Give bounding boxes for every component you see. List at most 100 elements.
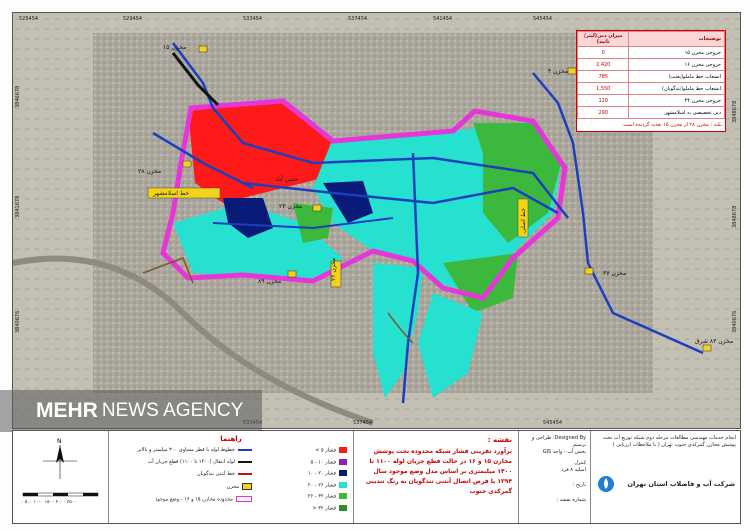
- col-desc-header: توضیحات: [628, 31, 725, 47]
- tank-37-label: مخزن ۳۷: [603, 270, 626, 277]
- checked-by: امیلیه ۸ فرد: [561, 467, 586, 473]
- project-text: انجام خدمات مهندسی مطالعات مرحله دوم شبک…: [602, 435, 736, 448]
- legend-item: مخزن: [117, 483, 252, 491]
- row-desc: انشعاب خط ماملو(بعثت): [628, 70, 725, 83]
- legend-item: محدوده مخازن ۱۵ و ۱۶ - وضع موجود: [117, 496, 252, 504]
- news-agency-watermark: MEHR NEWS AGENCY: [0, 390, 262, 432]
- coord-top-4: 537454: [348, 16, 367, 22]
- row-desc: خروجی مخزن ۱۶: [628, 58, 725, 71]
- legend-label: مخزن: [226, 484, 239, 490]
- legend-item: فشار ۲۰ - ۱۰: [259, 470, 347, 478]
- legend-item: فشار ۲۶ - ۲۰: [259, 481, 347, 490]
- col-value-header: میزان دبی(لیتر/ثانیه): [576, 31, 630, 47]
- legend-pressure: فشار ۵ > فشار ۱۰ - ۵ فشار ۲۰ - ۱۰ فشار ۲…: [259, 447, 347, 512]
- table-row: 0 خروجی مخزن ۱۵: [576, 46, 725, 59]
- row-desc: خروجی مخزن ۴۴: [628, 94, 725, 107]
- coord-left-3: 3840676: [15, 311, 21, 333]
- project-cell: انجام خدمات مهندسی مطالعات مرحله دوم شبک…: [590, 431, 740, 523]
- note-cell: نقشه : برآورد تقریبی فشار شبکه محدوده تح…: [353, 431, 518, 523]
- north-arrow: N: [22, 438, 99, 497]
- coord-right-3: 3840676: [732, 311, 738, 333]
- north-label: N: [57, 438, 62, 445]
- scale-text: ۰ ۵۰۰ ۱۰۰۰ ۱۵۰۰ ۲۰۰۰ ۲۵۰۰: [21, 500, 77, 505]
- coord-bottom-3: 545454: [543, 420, 562, 426]
- main-line-label: خط اصلی: [520, 208, 527, 233]
- design-info-cell: Designed By: طراحی و ترسیم بخش آب - واحد…: [518, 431, 590, 523]
- tank-28-label: مخزن ۲۸: [138, 168, 161, 175]
- legend-title: راهنما: [220, 435, 242, 443]
- client-name: شرکت آب و فاضلاب استان تهران: [627, 480, 735, 488]
- coord-top-3: 533454: [243, 16, 262, 22]
- note-title: نقشه :: [487, 436, 512, 444]
- legend-item: فشار ۳۲ <: [259, 504, 347, 513]
- legend-label: فشار ۳۲ <: [312, 505, 336, 511]
- table-row: 785 انشعاب خط ماملو(بعثت): [576, 70, 725, 83]
- row-desc: خروجی مخزن ۱۵: [628, 46, 725, 59]
- row-value: 1,550: [576, 82, 630, 95]
- row-desc: انشعاب خط ماملو(تندگویان): [628, 82, 725, 95]
- hasanabad-label: حسن آباد: [275, 174, 299, 183]
- coord-right-2: 3848678: [732, 206, 738, 228]
- row-value: 290: [576, 106, 630, 119]
- table-row: 290 دبی تخصیصی به اسلامشهر: [576, 106, 725, 119]
- legend-item: فشار ۵ >: [259, 447, 347, 455]
- legend-item: فشار ۳۲ - ۲۶: [259, 493, 347, 501]
- row-value: 785: [576, 70, 630, 83]
- coord-top-1: 525454: [19, 16, 38, 22]
- legend-item: خط آنتنی تندگویان: [117, 471, 252, 478]
- coord-top-5: 541454: [433, 16, 452, 22]
- tank-83-label: مخزن ۸۳ شرق: [695, 338, 733, 345]
- tank-26-label: مخزن ۲۶: [330, 258, 337, 281]
- coord-bottom-2: 537454: [353, 420, 372, 426]
- map-sheet: مخزن ۱۵ مخزن ۲۸ مخزن ۴ مخزن ۲۳ مخزن ۸۹ م…: [0, 0, 750, 531]
- legend-label: فشار ۵ >: [315, 447, 336, 454]
- title-block: N ۰ ۵۰۰ ۱۰۰۰ ۱۵۰۰ ۲۰۰۰ ۲۵۰۰ راهنما خطوط …: [12, 430, 741, 524]
- table-row: 1,550 انشعاب خط ماملو(تندگویان): [576, 82, 725, 95]
- designer-label: Designed By: طراحی و ترسیم: [531, 435, 586, 448]
- legend-label: خط آنتنی تندگویان: [196, 471, 235, 477]
- tank-89-label: مخزن ۸۹: [258, 278, 281, 285]
- row-value: 0: [576, 46, 630, 59]
- sheet-label: شماره نقشه :: [556, 497, 586, 503]
- water-company-logo-icon: [598, 476, 614, 492]
- note-text: برآورد تقریبی فشار شبکه محدوده تحت پوشش …: [365, 448, 512, 495]
- designer-unit: بخش آب - واحد GIS: [542, 449, 586, 455]
- legend-label: فشار ۲۰ - ۱۰: [307, 470, 336, 477]
- table-note: نکته : مخزن ۲۸ از مخزن ۱۵ تغذیه گردیده ا…: [621, 122, 722, 128]
- row-value: 2,420: [576, 58, 630, 71]
- row-value: 120: [576, 94, 630, 107]
- tank-23-label: مخزن ۲۳: [279, 203, 302, 210]
- tank-4: مخزن ۴: [548, 67, 577, 75]
- watermark-news-agency: NEWS AGENCY: [101, 400, 244, 421]
- legend-item: لوله انتقال (۱۴۰۰ تا ۱۱۰۰) قطع جریان آب: [117, 459, 252, 466]
- legend-label: محدوده مخازن ۱۵ و ۱۶ - وضع موجود: [155, 496, 233, 503]
- legend-cell: راهنما خطوط لوله با قطر مساوی ۳۰۰ میلیمت…: [108, 431, 353, 523]
- tank-4-label: مخزن ۴: [548, 68, 568, 75]
- date-label: تاریخ :: [572, 482, 586, 488]
- watermark-mehr: MEHR: [36, 399, 98, 422]
- table-header-row: میزان دبی(لیتر/ثانیه) توضیحات: [576, 31, 725, 47]
- legend-lines: خطوط لوله با قطر مساوی ۳۰۰ میلیمتر و بال…: [117, 447, 252, 504]
- row-desc: دبی تخصیصی به اسلامشهر: [628, 106, 725, 119]
- coord-top-2: 529454: [123, 16, 142, 22]
- legend-label: فشار ۳۲ - ۲۶: [307, 493, 336, 500]
- legend-label: لوله انتقال (۱۴۰۰ تا ۱۱۰۰) قطع جریان آب: [147, 459, 235, 465]
- table-row: 120 خروجی مخزن ۴۴: [576, 94, 725, 107]
- legend-item: فشار ۱۰ - ۵: [259, 458, 347, 467]
- tank-26: مخزن ۲۶: [330, 258, 342, 288]
- flow-info-table: میزان دبی(لیتر/ثانیه) توضیحات 0 خروجی مخز…: [576, 30, 726, 132]
- legend-item: خطوط لوله با قطر مساوی ۳۰۰ میلیمتر و بال…: [117, 447, 252, 454]
- coord-left-1: 3846678: [15, 86, 21, 108]
- tank-15-label: مخزن ۱۵: [163, 44, 186, 51]
- coord-right-1: 3848678: [732, 101, 738, 123]
- coord-left-2: 3841678: [15, 196, 21, 218]
- eslamshahr-line-label: خط اسلامشهر: [152, 190, 190, 197]
- coord-top-6: 545454: [533, 16, 552, 22]
- legend-label: فشار ۲۶ - ۲۰: [307, 482, 336, 488]
- checked-label: کنترل: [574, 460, 586, 466]
- legend-label: فشار ۱۰ - ۵: [310, 459, 336, 465]
- north-scale-cell: N ۰ ۵۰۰ ۱۰۰۰ ۱۵۰۰ ۲۰۰۰ ۲۵۰۰: [13, 431, 108, 523]
- table-row: 2,420 خروجی مخزن ۱۶: [576, 58, 725, 71]
- client-row: شرکت آب و فاضلاب استان تهران: [597, 475, 735, 493]
- legend-label: خطوط لوله با قطر مساوی ۳۰۰ میلیمتر و بال…: [137, 447, 235, 453]
